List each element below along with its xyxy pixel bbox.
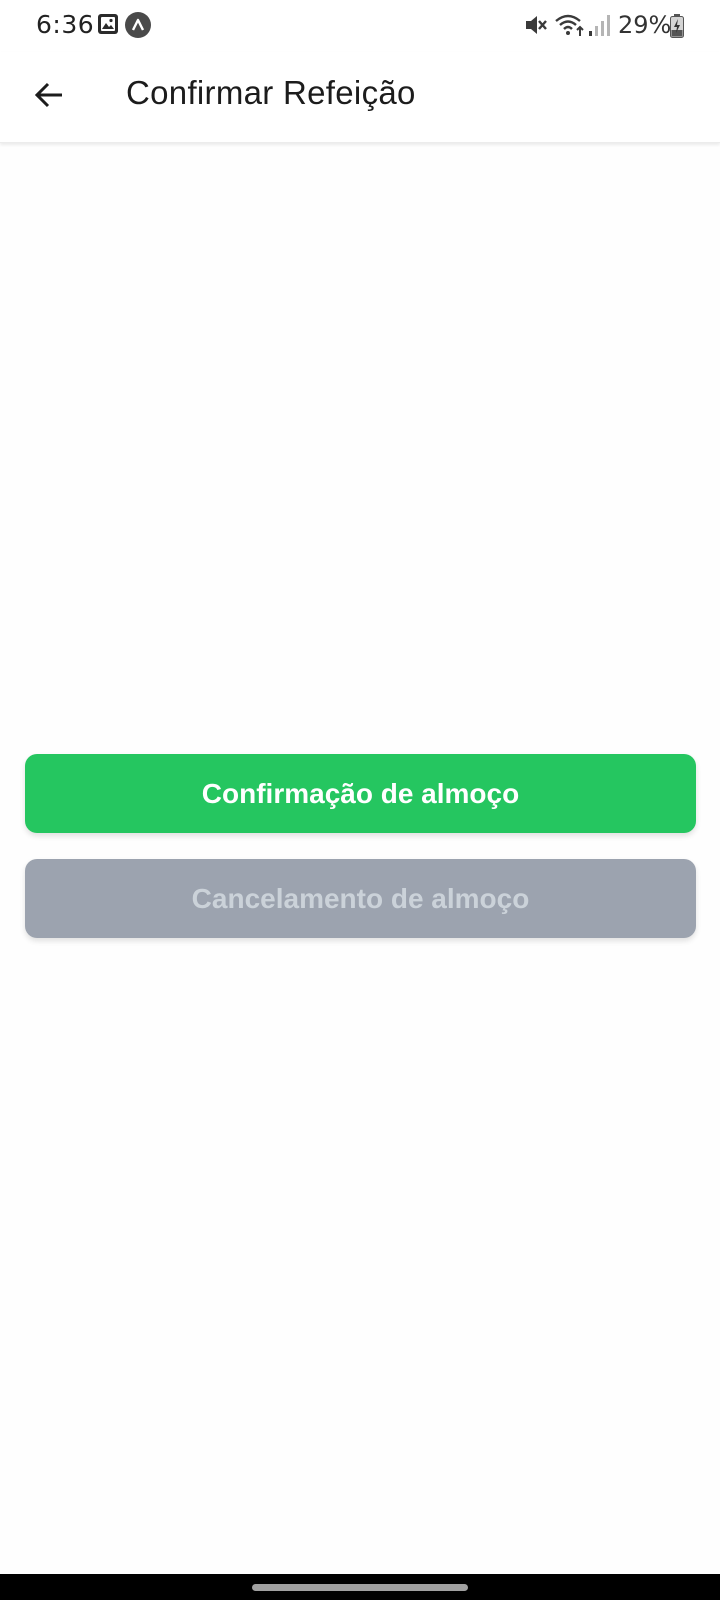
cancel-lunch-button[interactable]: Cancelamento de almoço [25,859,696,938]
battery-icon [670,14,684,43]
back-button[interactable] [24,72,74,122]
status-time: 6:36 [36,10,95,39]
page-title: Confirmar Refeição [126,74,416,111]
app-notification-icon [125,12,151,43]
mute-icon [524,13,548,42]
battery-percent: 29% [618,11,672,39]
arrow-left-icon [33,79,65,116]
wifi-icon [554,13,586,42]
signal-icon [588,13,610,42]
screen: 6:36 29% Confirmar Refeição Confirmação … [0,0,720,1600]
status-bar: 6:36 29% [0,0,720,52]
confirm-lunch-button[interactable]: Confirmação de almoço [25,754,696,833]
navigation-bar [0,1574,720,1600]
home-gesture-handle[interactable] [252,1584,468,1591]
gallery-icon [97,13,119,40]
app-bar: Confirmar Refeição [0,52,720,143]
